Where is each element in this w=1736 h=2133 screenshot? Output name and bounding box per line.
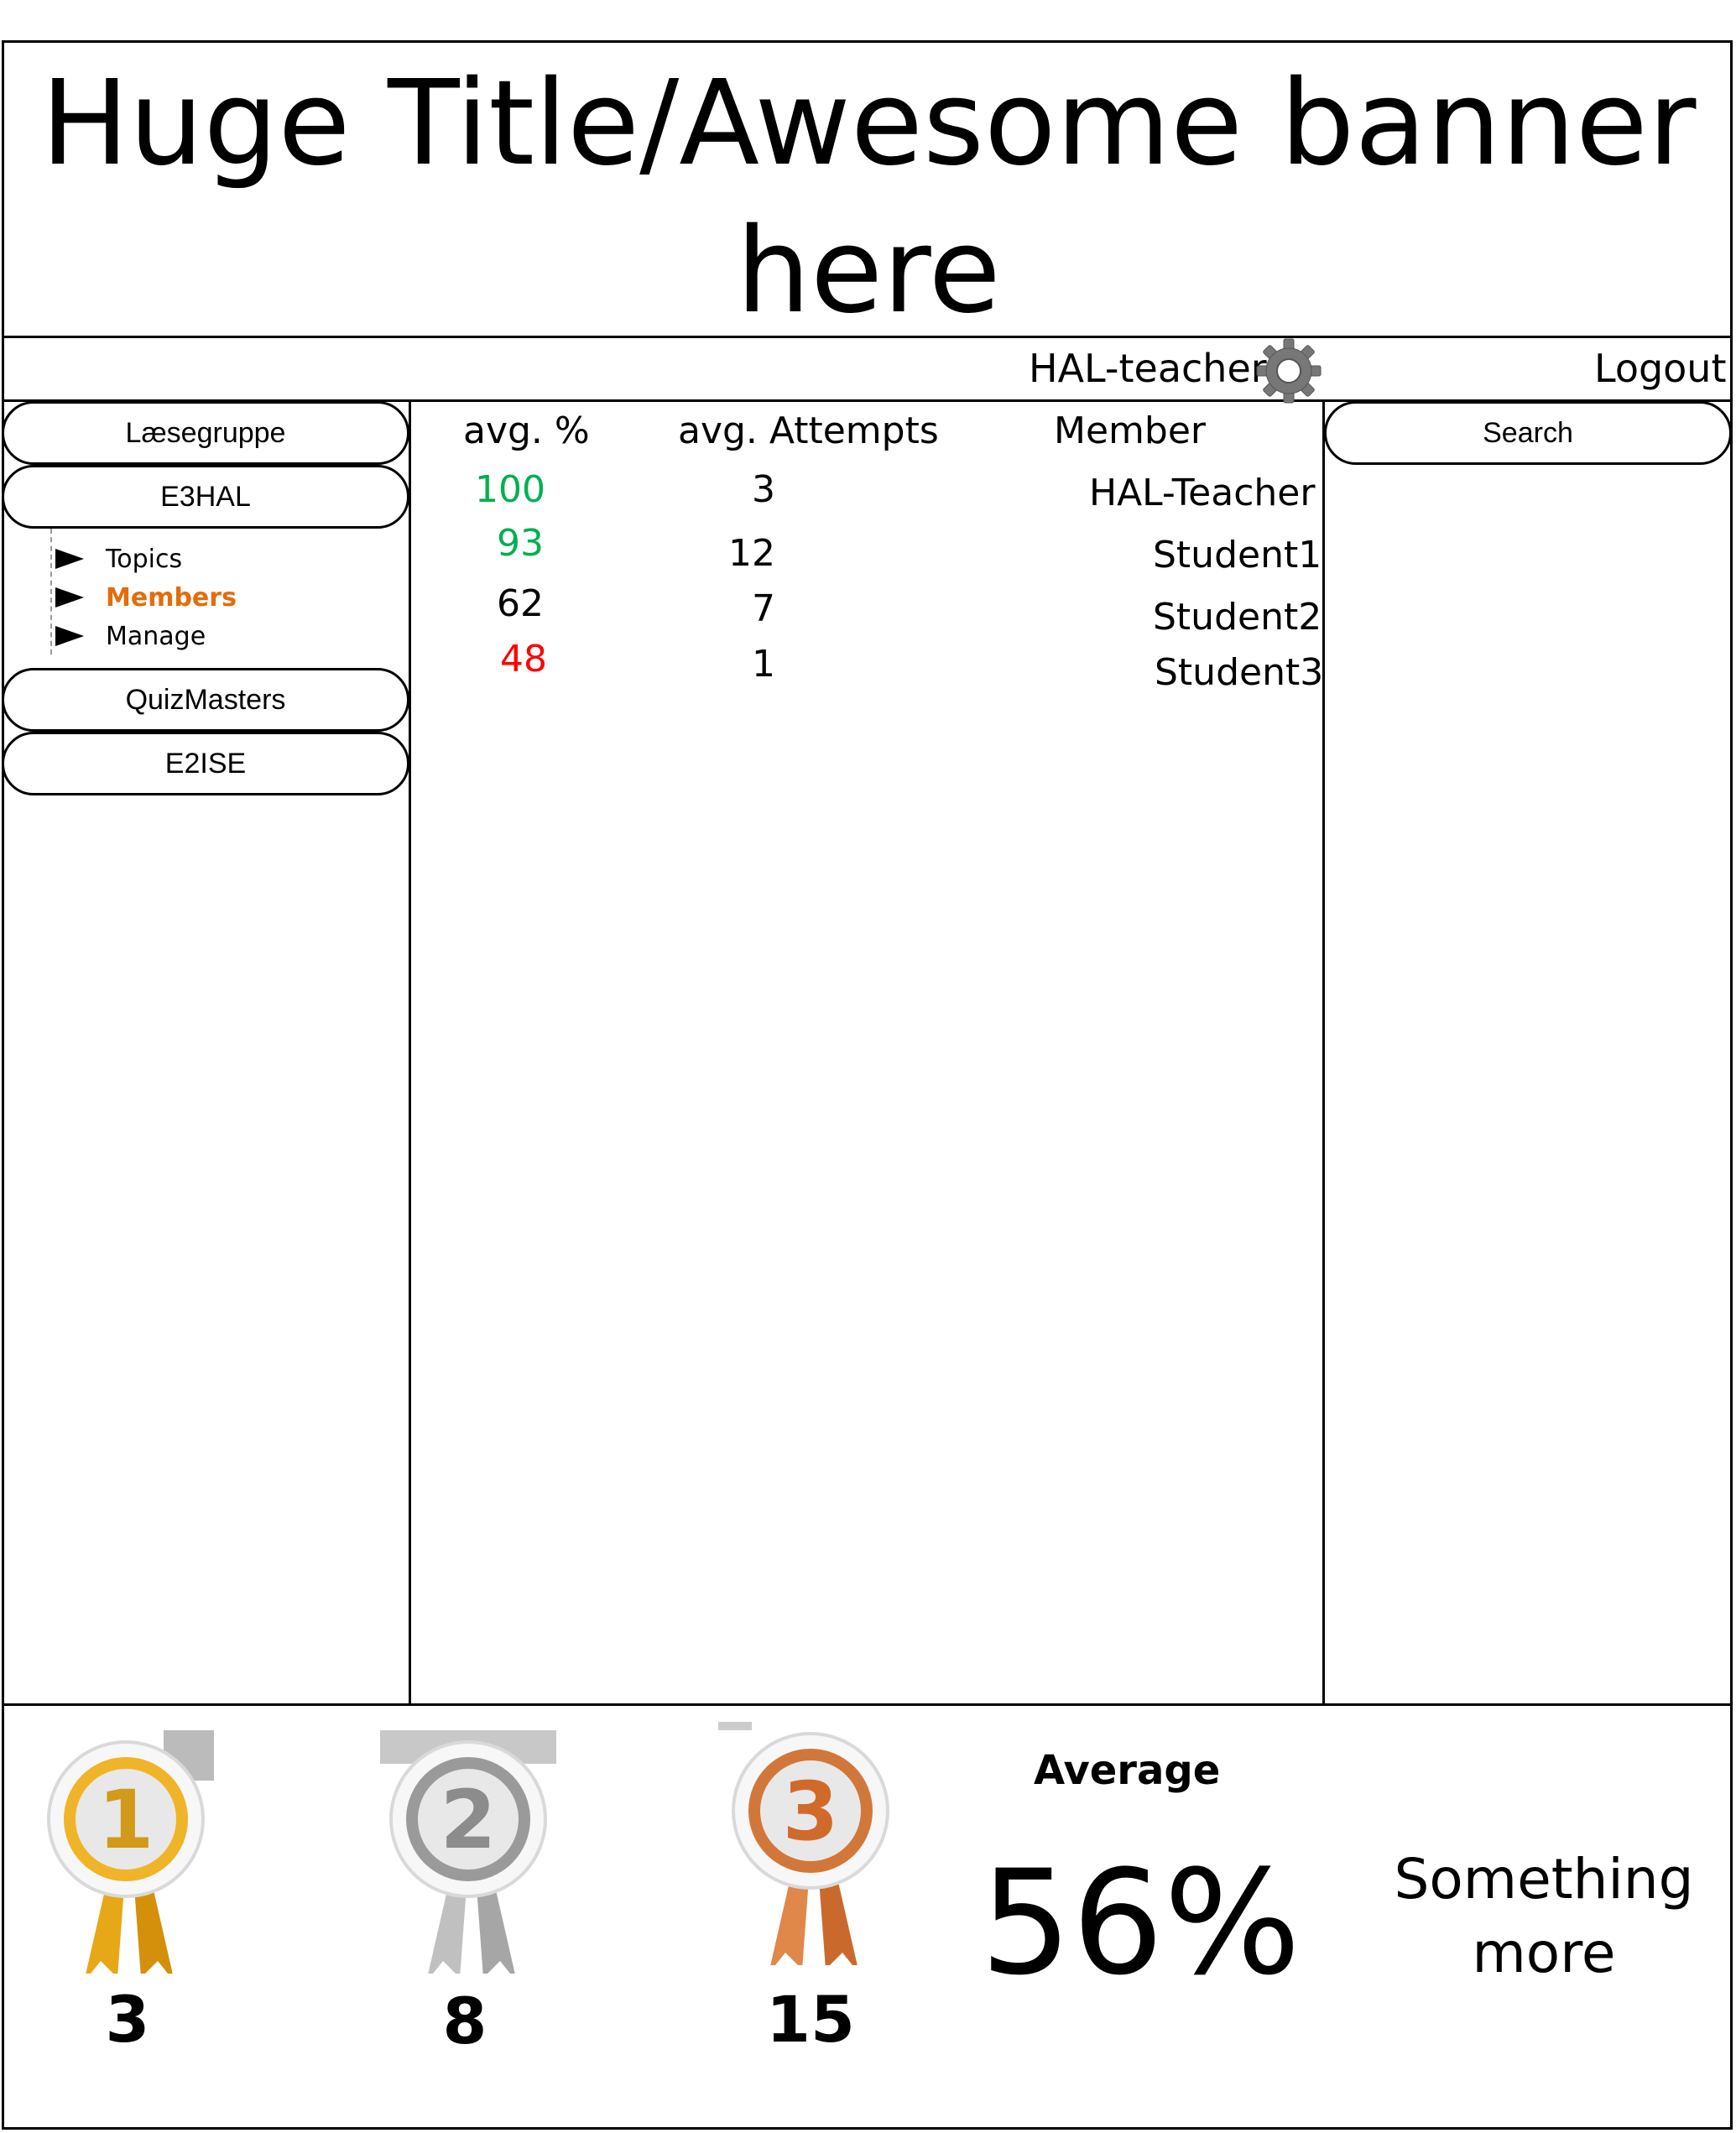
tree-guide-line <box>50 529 52 655</box>
gold-medal-1-icon: 1 <box>47 1730 214 1974</box>
bronze-medal-3-icon: 3 <box>718 1722 889 1965</box>
medal-count-bronze: 15 <box>766 1982 855 2057</box>
something-more-text: Something more <box>1394 1847 1694 1985</box>
search-button[interactable]: Search <box>1324 401 1732 465</box>
group-button-e2ise[interactable]: E2ISE <box>2 732 409 795</box>
gear-icon[interactable] <box>1255 337 1322 404</box>
column-header-avg-attempts[interactable]: avg. Attempts <box>678 409 939 452</box>
group-button-e3hal[interactable]: E3HAL <box>2 465 409 529</box>
avg-attempts-cell: 1 <box>752 643 775 686</box>
medal-count-gold: 3 <box>105 1982 150 2057</box>
avg-attempts-cell: 3 <box>752 468 775 511</box>
medal-count-silver: 8 <box>442 1984 487 2058</box>
username-label: HAL-teacher <box>1029 346 1267 391</box>
group-button-quizmasters[interactable]: QuizMasters <box>2 668 409 732</box>
subnav-item-members[interactable]: Members <box>55 581 237 614</box>
banner-title: Huge Title/Awesome banner here <box>40 55 1697 340</box>
svg-text:1: 1 <box>98 1773 154 1867</box>
average-value: 56% <box>980 1838 1301 2007</box>
avg-attempts-cell: 12 <box>728 532 775 575</box>
group-button-laesegruppe[interactable]: Læsegruppe <box>2 401 409 465</box>
avg-attempts-cell: 7 <box>752 587 775 630</box>
average-label: Average <box>1034 1747 1221 1794</box>
subnav-label: Members <box>106 582 237 613</box>
avg-percent-cell: 100 <box>475 468 545 511</box>
avg-percent-cell: 93 <box>497 522 544 565</box>
avg-percent-cell: 62 <box>497 582 544 625</box>
arrow-right-icon <box>55 549 84 569</box>
svg-text:3: 3 <box>783 1765 839 1859</box>
member-cell[interactable]: HAL-Teacher <box>1089 472 1315 514</box>
subnav-item-topics[interactable]: Topics <box>55 542 182 576</box>
arrow-right-icon <box>55 587 84 608</box>
svg-text:2: 2 <box>441 1773 497 1867</box>
member-cell[interactable]: Student1 <box>1153 534 1322 576</box>
sidebar-divider <box>409 399 411 1705</box>
column-header-avg-percent[interactable]: avg. % <box>463 409 590 452</box>
rightpanel-divider <box>1322 399 1325 1705</box>
member-cell[interactable]: Student2 <box>1153 596 1322 639</box>
logout-link[interactable]: Logout <box>1594 346 1727 391</box>
subnav-item-manage[interactable]: Manage <box>55 619 206 653</box>
avg-percent-cell: 48 <box>500 638 547 681</box>
silver-medal-2-icon: 2 <box>380 1730 556 1974</box>
subnav-label: Topics <box>106 544 183 574</box>
subnav-label: Manage <box>106 621 206 651</box>
arrow-right-icon <box>55 626 84 646</box>
member-cell[interactable]: Student3 <box>1155 651 1323 694</box>
column-header-member[interactable]: Member <box>1054 409 1206 452</box>
footer-divider <box>2 1703 1733 1706</box>
